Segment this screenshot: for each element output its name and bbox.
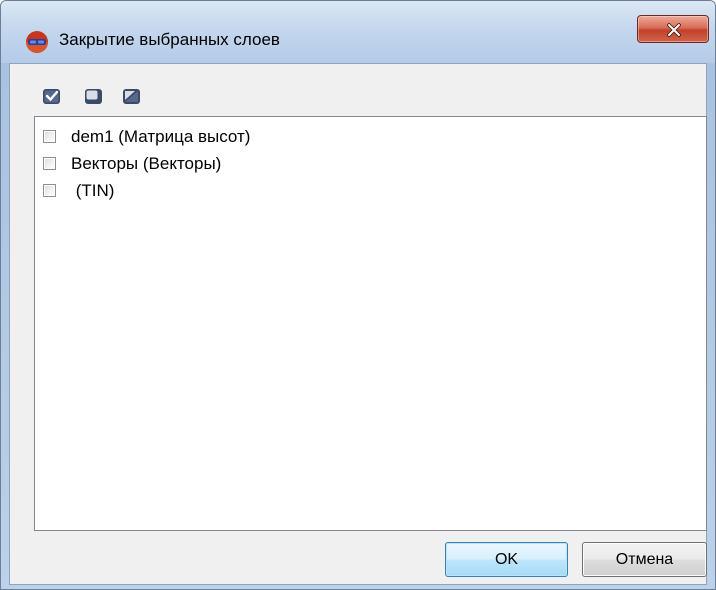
uncheck-all-icon [85,89,102,104]
cancel-button[interactable]: Отмена [582,542,707,577]
layer-checkbox[interactable] [43,184,56,197]
layer-label: Векторы (Векторы) [71,154,222,173]
close-button[interactable] [637,15,709,43]
close-icon [667,23,681,37]
layer-label: dem1 (Матрица высот) [71,127,251,146]
list-item[interactable]: dem1 (Матрица высот) [41,126,681,150]
invert-selection-icon [123,89,140,104]
ok-button[interactable]: OK [445,542,568,577]
list-item[interactable]: (TIN) [41,180,681,204]
title-bar[interactable]: Закрытие выбранных слоев [1,1,715,63]
window-title: Закрытие выбранных слоев [59,30,280,49]
layer-label: (TIN) [71,181,115,200]
app-logo-icon [26,31,48,53]
check-all-button[interactable] [41,85,63,107]
check-all-icon [43,89,60,104]
layer-list[interactable]: dem1 (Матрица высот) Векторы (Векторы) (… [34,116,707,531]
layer-checkbox[interactable] [43,157,56,170]
invert-selection-button[interactable] [121,85,143,107]
layer-checkbox[interactable] [43,130,56,143]
list-item[interactable]: Векторы (Векторы) [41,153,681,177]
dialog-window: Закрытие выбранных слоев dem1 (Матрица в… [0,0,716,590]
uncheck-all-button[interactable] [83,85,105,107]
